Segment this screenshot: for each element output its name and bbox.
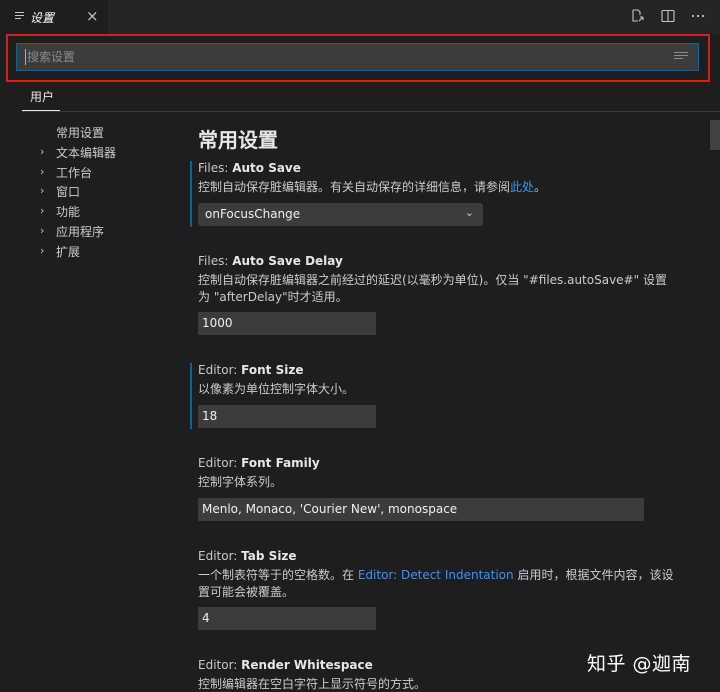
setting-key: Auto Save Delay: [232, 254, 343, 268]
scrollbar[interactable]: [710, 112, 720, 692]
watermark: 知乎 @迦南: [587, 653, 692, 675]
chevron-right-icon: ›: [40, 204, 45, 218]
editor-actions: [630, 8, 706, 24]
setting-description: 以像素为单位控制字体大小。: [198, 382, 355, 396]
setting-title: Editor: Font Size: [198, 363, 303, 377]
setting-auto-save-delay: Files: Auto Save Delay 控制自动保存脏编辑器之前经过的延迟…: [190, 254, 710, 335]
setting-description: 控制自动保存脏编辑器。有关自动保存的详细信息，请参阅此处。: [198, 179, 678, 196]
setting-title: Editor: Tab Size: [198, 549, 297, 563]
setting-key: Render Whitespace: [241, 658, 373, 672]
setting-description-text: 控制自动保存脏编辑器。有关自动保存的详细信息，请参阅: [198, 180, 511, 194]
chevron-down-icon: ⌄: [464, 206, 474, 219]
toc-item-label: 功能: [56, 205, 81, 220]
toc-item-extensions[interactable]: › 扩展: [40, 241, 180, 261]
setting-key: Tab Size: [241, 549, 297, 563]
toc-item-application[interactable]: › 应用程序: [40, 221, 180, 241]
setting-font-size: Editor: Font Size 以像素为单位控制字体大小。 18: [190, 363, 710, 429]
tab-user[interactable]: 用户: [22, 85, 60, 111]
setting-description-end: 。: [534, 180, 547, 194]
setting-description: 控制编辑器在空白字符上显示符号的方式。: [198, 677, 427, 691]
toc-item-label: 常用设置: [56, 126, 105, 140]
tab-settings-label: 设置: [30, 11, 55, 25]
search-input[interactable]: [17, 44, 657, 70]
setting-auto-save: Files: Auto Save 控制自动保存脏编辑器。有关自动保存的详细信息，…: [190, 161, 710, 227]
scrollbar-thumb[interactable]: [710, 120, 720, 150]
font-family-input[interactable]: Menlo, Monaco, 'Courier New', monospace: [198, 498, 644, 521]
setting-category: Editor:: [198, 363, 242, 377]
more-actions-icon[interactable]: [690, 8, 706, 24]
tab-user-label: 用户: [30, 90, 55, 104]
toc-item-text-editor[interactable]: › 文本编辑器: [40, 142, 180, 162]
setting-title: Editor: Font Family: [198, 456, 320, 470]
toc-item-common[interactable]: 常用设置: [40, 122, 180, 142]
toc-item-workbench[interactable]: › 工作台: [40, 162, 180, 182]
setting-title: Files: Auto Save: [198, 161, 301, 175]
setting-description: 控制自动保存脏编辑器之前经过的延迟(以毫秒为单位)。仅当 "#files.aut…: [198, 273, 667, 304]
detect-indentation-link[interactable]: Editor: Detect Indentation: [358, 568, 514, 582]
section-title: 常用设置: [198, 128, 278, 152]
chevron-right-icon: ›: [40, 164, 45, 178]
settings-list: 常用设置 Files: Auto Save 控制自动保存脏编辑器。有关自动保存的…: [190, 112, 710, 692]
search-box[interactable]: [16, 43, 699, 71]
toc-item-window[interactable]: › 窗口: [40, 181, 180, 201]
tab-size-input[interactable]: 4: [198, 607, 376, 630]
chevron-right-icon: ›: [40, 184, 45, 198]
setting-title: Editor: Render Whitespace: [198, 658, 373, 672]
setting-tab-size: Editor: Tab Size 一个制表符等于的空格数。在 Editor: D…: [190, 549, 710, 630]
editor-tab-bar: 设置 ×: [0, 0, 720, 34]
setting-category: Editor:: [198, 456, 242, 470]
setting-title: Files: Auto Save Delay: [198, 254, 343, 268]
setting-key: Font Family: [241, 456, 320, 470]
open-settings-json-icon[interactable]: [630, 8, 646, 24]
toc-item-label: 工作台: [56, 165, 93, 180]
setting-description-text: 一个制表符等于的空格数。在: [198, 568, 358, 582]
setting-key: Font Size: [241, 363, 304, 377]
menu-lines-icon: [15, 12, 24, 20]
close-icon[interactable]: ×: [86, 7, 99, 25]
auto-save-delay-input[interactable]: 1000: [198, 312, 376, 335]
setting-key: Auto Save: [232, 161, 301, 175]
clear-filter-icon[interactable]: [674, 52, 688, 62]
here-link[interactable]: 此处: [510, 180, 534, 194]
toc-item-label: 文本编辑器: [56, 145, 117, 160]
toc-item-label: 扩展: [56, 244, 81, 259]
auto-save-select-value: onFocusChange: [205, 207, 301, 221]
setting-category: Editor:: [198, 549, 242, 563]
settings-toc: 常用设置 › 文本编辑器 › 工作台 › 窗口 › 功能 › 应用程序 › 扩展: [40, 122, 180, 261]
setting-category: Editor:: [198, 658, 242, 672]
chevron-right-icon: ›: [40, 243, 45, 257]
split-editor-icon[interactable]: [660, 8, 676, 24]
chevron-right-icon: ›: [40, 144, 45, 158]
tab-settings[interactable]: 设置 ×: [0, 0, 108, 34]
setting-description: 控制字体系列。: [198, 475, 283, 489]
font-size-input[interactable]: 18: [198, 405, 376, 428]
toc-item-label: 窗口: [56, 185, 81, 200]
toc-item-features[interactable]: › 功能: [40, 201, 180, 221]
setting-description: 一个制表符等于的空格数。在 Editor: Detect Indentation…: [198, 567, 678, 601]
auto-save-select[interactable]: onFocusChange ⌄: [198, 203, 483, 226]
setting-category: Files:: [198, 161, 233, 175]
toc-item-label: 应用程序: [56, 224, 105, 239]
chevron-right-icon: ›: [40, 223, 45, 237]
setting-category: Files:: [198, 254, 233, 268]
setting-font-family: Editor: Font Family 控制字体系列。 Menlo, Monac…: [190, 456, 710, 522]
